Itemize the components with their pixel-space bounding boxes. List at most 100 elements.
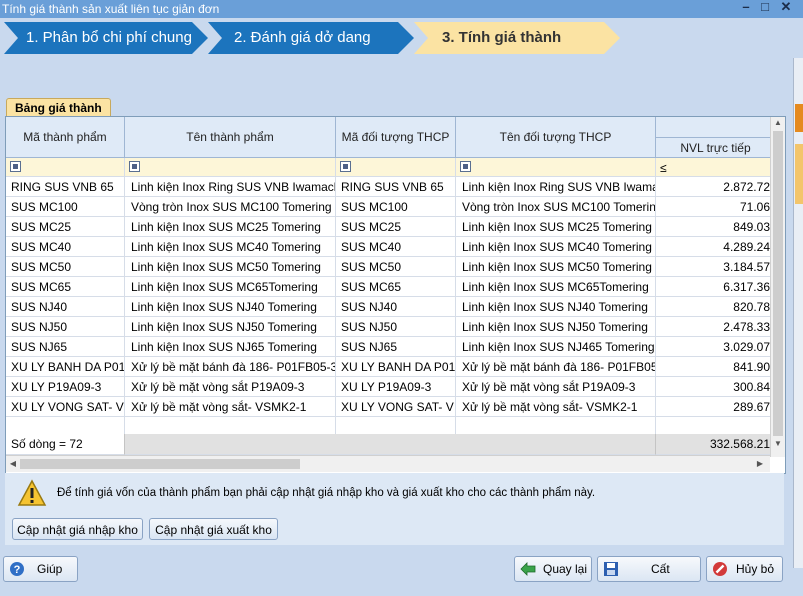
update-import-price-button[interactable]: Cập nhật giá nhập kho — [12, 518, 143, 540]
update-export-price-button[interactable]: Cập nhật giá xuất kho — [149, 518, 278, 540]
close-icon[interactable]: ✕ — [778, 0, 794, 13]
cell-cost-object-code[interactable]: SUS MC40 — [336, 237, 456, 257]
cell-product-name[interactable]: Linh kiện Inox SUS NJ40 Tomering — [125, 297, 336, 317]
save-button[interactable]: Cất — [597, 556, 701, 582]
cell-cost-object-name[interactable]: Xử lý bề mặt bánh đà 186- P01FB05- — [456, 357, 656, 377]
cell-direct-material[interactable]: 820.78 — [656, 297, 772, 317]
cell-direct-material[interactable]: 289.67 — [656, 397, 772, 417]
cell-product-name[interactable]: Linh kiện Inox SUS MC25 Tomering — [125, 217, 336, 237]
scroll-up-icon[interactable]: ▲ — [771, 117, 785, 129]
cell-product-name[interactable]: Xử lý bề mặt vòng sắt P19A09-3 — [125, 377, 336, 397]
table-row[interactable]: SUS MC65 Linh kiện Inox SUS MC65Tomering S… — [6, 277, 772, 297]
cell-cost-object-name[interactable]: Linh kiện Inox SUS NJ40 Tomering — [456, 297, 656, 317]
filter-icon[interactable] — [10, 161, 21, 172]
step-allocate-overhead[interactable]: 1. Phân bổ chi phí chung — [4, 22, 208, 54]
cancel-button[interactable]: Hủy bỏ — [706, 556, 783, 582]
filter-product-name[interactable] — [125, 158, 336, 177]
scroll-left-icon[interactable]: ◀ — [6, 456, 20, 472]
table-row[interactable]: SUS MC50 Linh kiện Inox SUS MC50 Tomering… — [6, 257, 772, 277]
cell-direct-material[interactable]: 71.06 — [656, 197, 772, 217]
filter-icon[interactable] — [340, 161, 351, 172]
column-header-cost-object-name[interactable]: Tên đối tượng THCP — [456, 117, 656, 158]
cell-direct-material[interactable]: 300.84 — [656, 377, 772, 397]
cell-product-code[interactable]: SUS NJ40 — [6, 297, 125, 317]
help-button[interactable]: ? Giúp — [3, 556, 78, 582]
table-row[interactable]: SUS MC25 Linh kiện Inox SUS MC25 Tomering… — [6, 217, 772, 237]
column-header-cost-object-code[interactable]: Mã đối tượng THCP — [336, 117, 456, 158]
horizontal-scroll-thumb[interactable] — [20, 459, 300, 469]
cell-direct-material[interactable]: 2.872.72 — [656, 177, 772, 197]
cell-cost-object-code[interactable]: XU LY BANH DA P01 — [336, 357, 456, 377]
cell-cost-object-name[interactable]: Linh kiện Inox SUS MC40 Tomering — [456, 237, 656, 257]
horizontal-scrollbar[interactable]: ◀ ▶ — [6, 455, 770, 472]
cell-product-name[interactable]: Linh kiện Inox Ring SUS VNB Iwamach — [125, 177, 336, 197]
filter-cost-object-name[interactable] — [456, 158, 656, 177]
vertical-scrollbar[interactable]: ▲ ▼ — [770, 117, 785, 457]
cell-product-name[interactable]: Linh kiện Inox SUS MC65Tomering — [125, 277, 336, 297]
cell-cost-object-name[interactable]: Linh kiện Inox SUS NJ50 Tomering — [456, 317, 656, 337]
cell-product-code[interactable]: SUS MC50 — [6, 257, 125, 277]
cell-cost-object-code[interactable]: SUS NJ40 — [336, 297, 456, 317]
cell-product-code[interactable]: SUS MC100 — [6, 197, 125, 217]
cell-product-code[interactable]: SUS MC40 — [6, 237, 125, 257]
cell-cost-object-code[interactable]: XU LY P19A09-3 — [336, 377, 456, 397]
cell-direct-material[interactable]: 3.029.07 — [656, 337, 772, 357]
table-row[interactable]: XU LY VONG SAT- V Xử lý bề mặt vòng sắt- … — [6, 397, 772, 417]
cell-direct-material[interactable]: 2.478.33 — [656, 317, 772, 337]
cell-cost-object-code[interactable]: XU LY VONG SAT- V — [336, 397, 456, 417]
scroll-down-icon[interactable]: ▼ — [771, 438, 785, 450]
cell-product-name[interactable]: Vòng tròn Inox SUS MC100 Tomering — [125, 197, 336, 217]
cell-product-code[interactable]: SUS MC65 — [6, 277, 125, 297]
cell-cost-object-name[interactable]: Xử lý bề mặt vòng sắt- VSMK2-1 — [456, 397, 656, 417]
table-row[interactable]: SUS MC40 Linh kiện Inox SUS MC40 Tomering… — [6, 237, 772, 257]
cell-product-name[interactable]: Linh kiện Inox SUS MC50 Tomering — [125, 257, 336, 277]
cell-cost-object-name[interactable]: Vòng tròn Inox SUS MC100 Tomerin — [456, 197, 656, 217]
filter-cost-object-code[interactable] — [336, 158, 456, 177]
minimize-icon[interactable]: – — [738, 0, 754, 13]
cell-cost-object-code[interactable]: SUS MC65 — [336, 277, 456, 297]
step-wip-evaluation[interactable]: 2. Đánh giá dở dang — [208, 22, 414, 54]
cell-cost-object-code[interactable]: SUS MC25 — [336, 217, 456, 237]
cell-direct-material[interactable]: 4.289.24 — [656, 237, 772, 257]
cell-direct-material[interactable]: 6.317.36 — [656, 277, 772, 297]
cell-direct-material[interactable]: 841.90 — [656, 357, 772, 377]
tab-cost-table[interactable]: Bảng giá thành — [6, 98, 111, 117]
cell-product-code[interactable]: SUS NJ50 — [6, 317, 125, 337]
table-row[interactable]: SUS NJ65 Linh kiện Inox SUS NJ65 Tomering… — [6, 337, 772, 357]
table-row[interactable]: XU LY P19A09-3 Xử lý bề mặt vòng sắt P19A… — [6, 377, 772, 397]
column-header-direct-material[interactable]: NVL trực tiếp — [656, 117, 772, 158]
cell-cost-object-name[interactable]: Xử lý bề mặt vòng sắt P19A09-3 — [456, 377, 656, 397]
cell-product-code[interactable]: SUS NJ65 — [6, 337, 125, 357]
cell-product-name[interactable]: Linh kiện Inox SUS MC40 Tomering — [125, 237, 336, 257]
cell-product-code[interactable]: XU LY VONG SAT- V — [6, 397, 125, 417]
filter-icon[interactable] — [129, 161, 140, 172]
cell-cost-object-name[interactable]: Linh kiện Inox Ring SUS VNB Iwama — [456, 177, 656, 197]
cell-cost-object-name[interactable]: Linh kiện Inox SUS NJ465 Tomering — [456, 337, 656, 357]
cell-product-name[interactable]: Linh kiện Inox SUS NJ65 Tomering — [125, 337, 336, 357]
cell-product-code[interactable]: SUS MC25 — [6, 217, 125, 237]
scroll-right-icon[interactable]: ▶ — [753, 456, 767, 472]
step-calculate-cost[interactable]: 3. Tính giá thành — [414, 22, 620, 54]
cell-cost-object-code[interactable]: SUS NJ50 — [336, 317, 456, 337]
table-row[interactable]: XU LY BANH DA P01 Xử lý bề mặt bánh đà 18… — [6, 357, 772, 377]
cell-cost-object-code[interactable]: RING SUS VNB 65 — [336, 177, 456, 197]
table-row[interactable]: RING SUS VNB 65 Linh kiện Inox Ring SUS V… — [6, 177, 772, 197]
cell-product-code[interactable]: RING SUS VNB 65 — [6, 177, 125, 197]
back-button[interactable]: Quay lại — [514, 556, 592, 582]
maximize-icon[interactable]: □ — [757, 0, 773, 13]
filter-icon[interactable] — [460, 161, 471, 172]
table-row[interactable]: SUS NJ50 Linh kiện Inox SUS NJ50 Tomering… — [6, 317, 772, 337]
cell-product-code[interactable]: XU LY P19A09-3 — [6, 377, 125, 397]
cell-product-code[interactable]: XU LY BANH DA P01 — [6, 357, 125, 377]
cell-cost-object-code[interactable]: SUS NJ65 — [336, 337, 456, 357]
cell-cost-object-name[interactable]: Linh kiện Inox SUS MC50 Tomering — [456, 257, 656, 277]
cell-direct-material[interactable]: 849.03 — [656, 217, 772, 237]
cell-cost-object-name[interactable]: Linh kiện Inox SUS MC65Tomering — [456, 277, 656, 297]
column-header-product-code[interactable]: Mã thành phẩm — [6, 117, 125, 158]
filter-product-code[interactable] — [6, 158, 125, 177]
cell-product-name[interactable]: Xử lý bề mặt bánh đà 186- P01FB05-3 — [125, 357, 336, 377]
vertical-scroll-thumb[interactable] — [773, 131, 783, 436]
cell-product-name[interactable]: Linh kiện Inox SUS NJ50 Tomering — [125, 317, 336, 337]
filter-direct-material[interactable]: ≤ — [656, 158, 772, 177]
cell-cost-object-code[interactable]: SUS MC50 — [336, 257, 456, 277]
